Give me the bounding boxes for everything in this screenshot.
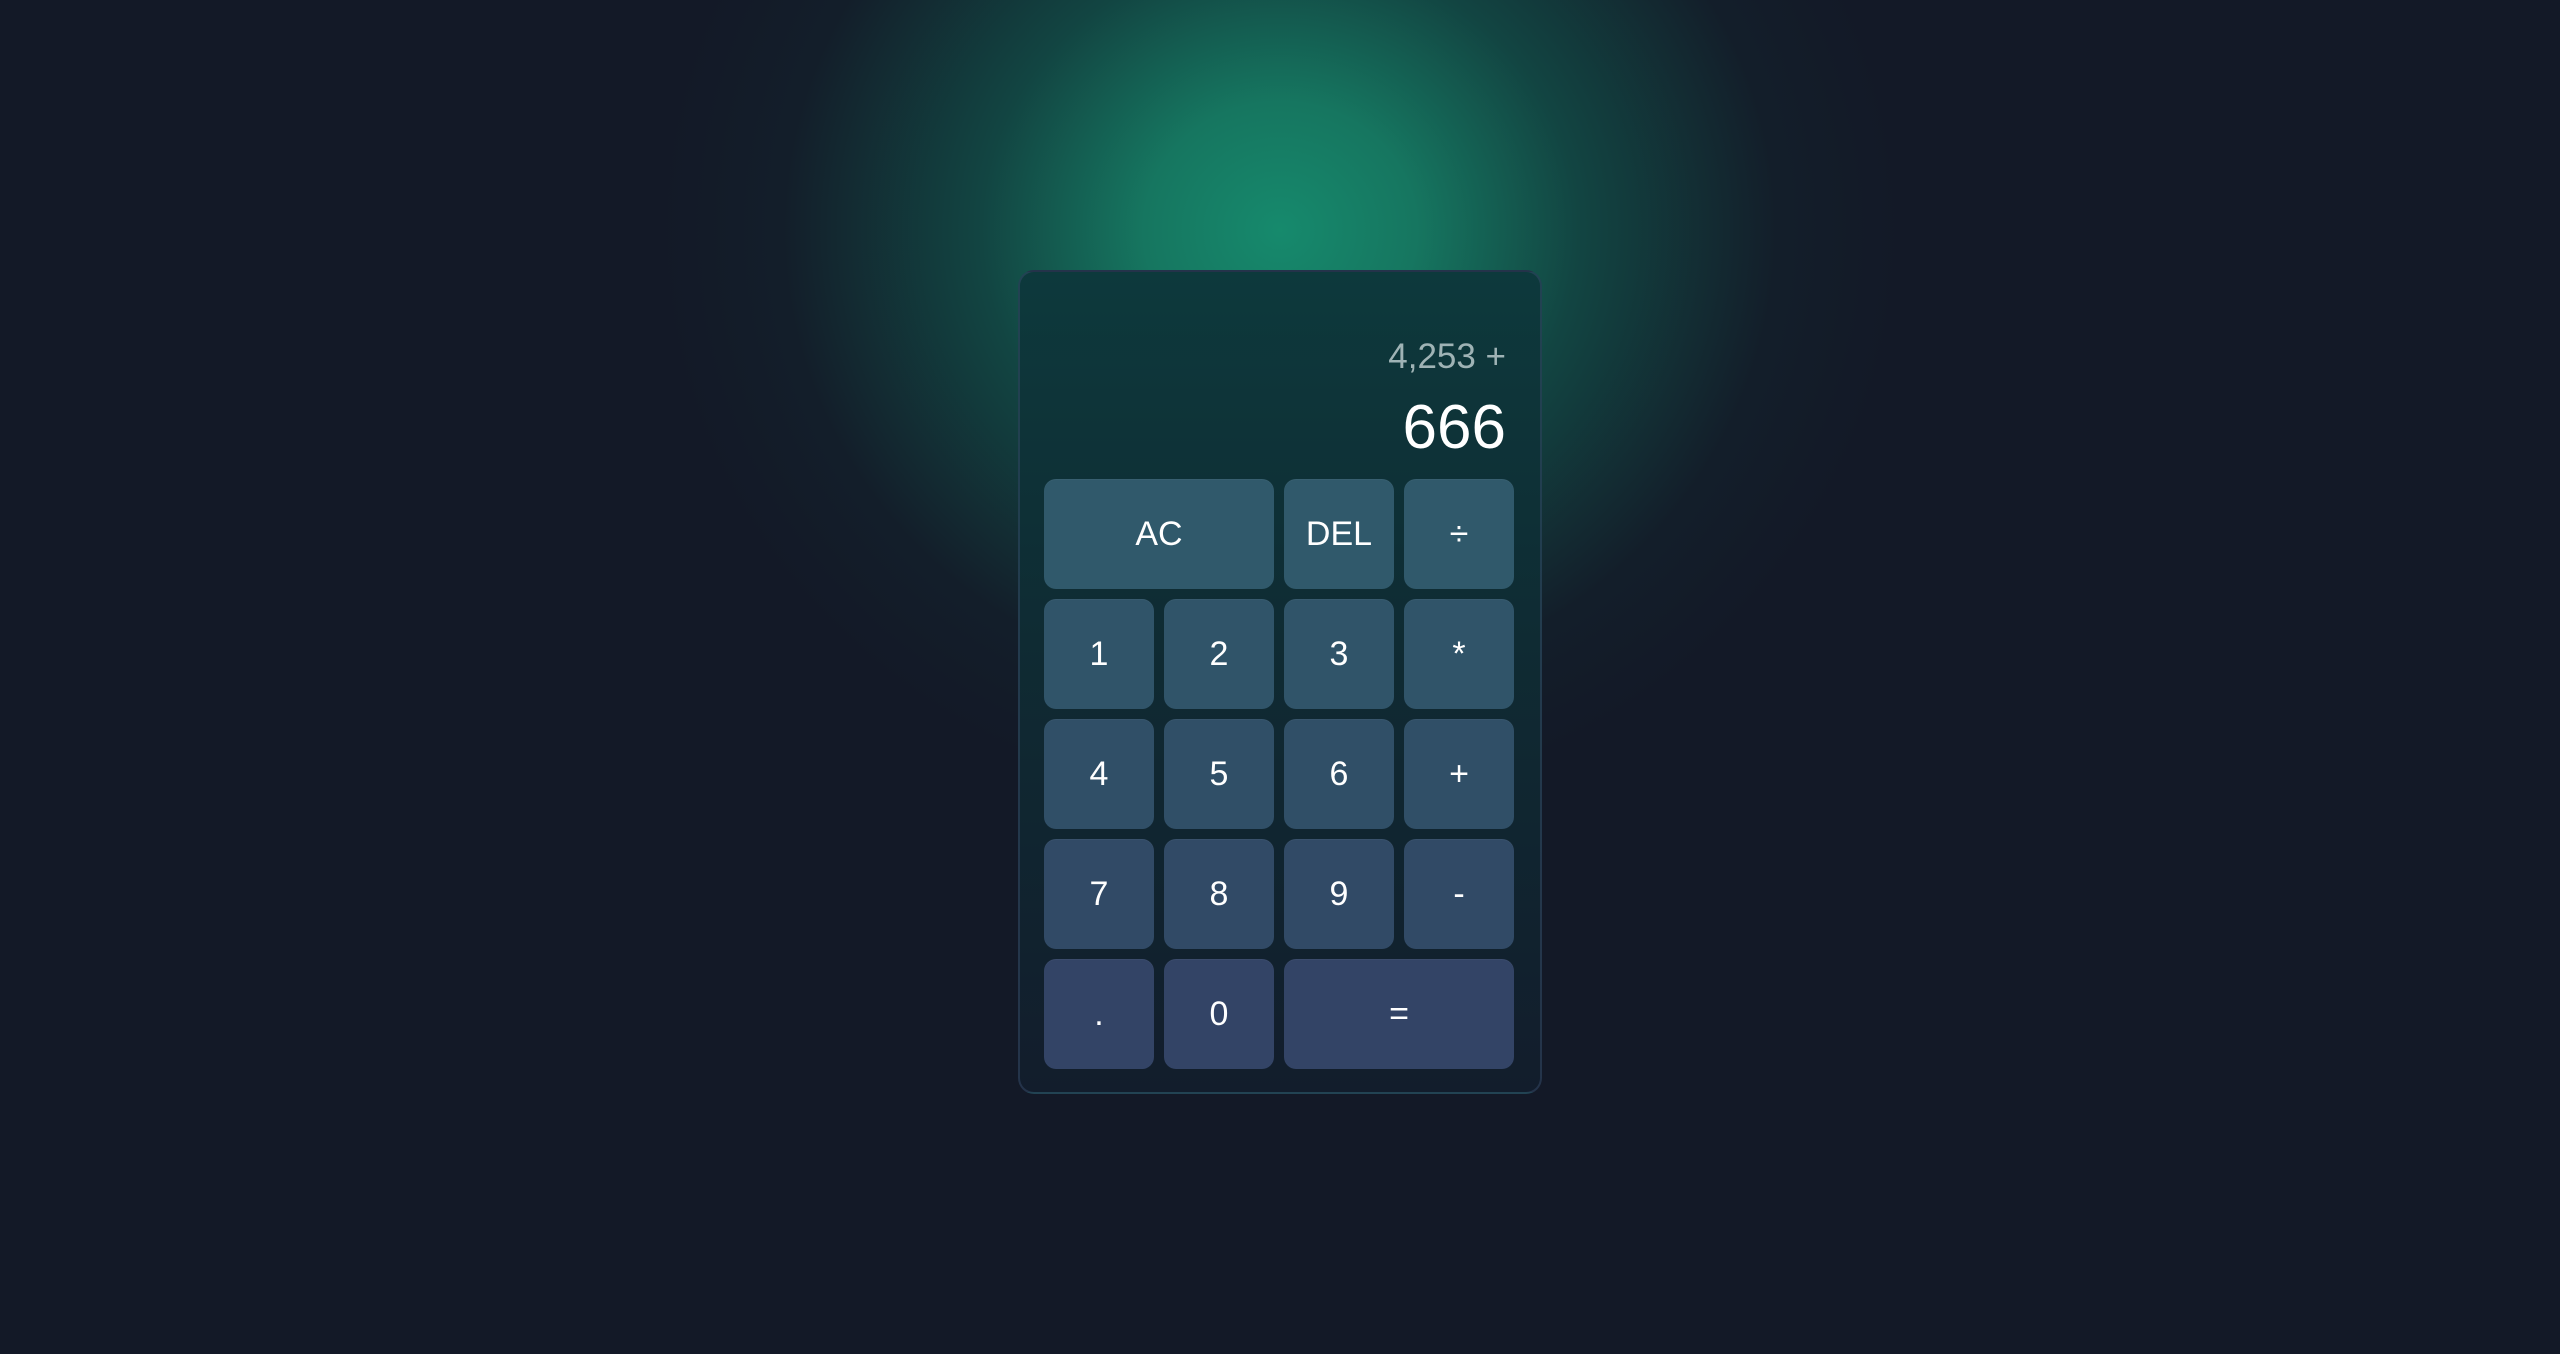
digit-3-button[interactable]: 3 — [1284, 599, 1394, 709]
digit-9-button[interactable]: 9 — [1284, 839, 1394, 949]
calculator: 4,253 + 666 AC DEL ÷ 1 2 3 * 4 5 6 + 7 8… — [1018, 270, 1542, 1094]
digit-6-button[interactable]: 6 — [1284, 719, 1394, 829]
display: 4,253 + 666 — [1044, 296, 1516, 478]
digit-0-button[interactable]: 0 — [1164, 959, 1274, 1069]
digit-2-button[interactable]: 2 — [1164, 599, 1274, 709]
digit-5-button[interactable]: 5 — [1164, 719, 1274, 829]
subtract-button[interactable]: - — [1404, 839, 1514, 949]
delete-button[interactable]: DEL — [1284, 479, 1394, 589]
equals-button[interactable]: = — [1284, 959, 1514, 1069]
digit-1-button[interactable]: 1 — [1044, 599, 1154, 709]
digit-4-button[interactable]: 4 — [1044, 719, 1154, 829]
keypad: AC DEL ÷ 1 2 3 * 4 5 6 + 7 8 9 - . 0 = — [1044, 479, 1516, 1069]
add-button[interactable]: + — [1404, 719, 1514, 829]
divide-button[interactable]: ÷ — [1404, 479, 1514, 589]
clear-button[interactable]: AC — [1044, 479, 1274, 589]
multiply-button[interactable]: * — [1404, 599, 1514, 709]
decimal-button[interactable]: . — [1044, 959, 1154, 1069]
previous-operand: 4,253 + — [1388, 337, 1506, 376]
digit-7-button[interactable]: 7 — [1044, 839, 1154, 949]
digit-8-button[interactable]: 8 — [1164, 839, 1274, 949]
current-operand: 666 — [1402, 393, 1506, 462]
